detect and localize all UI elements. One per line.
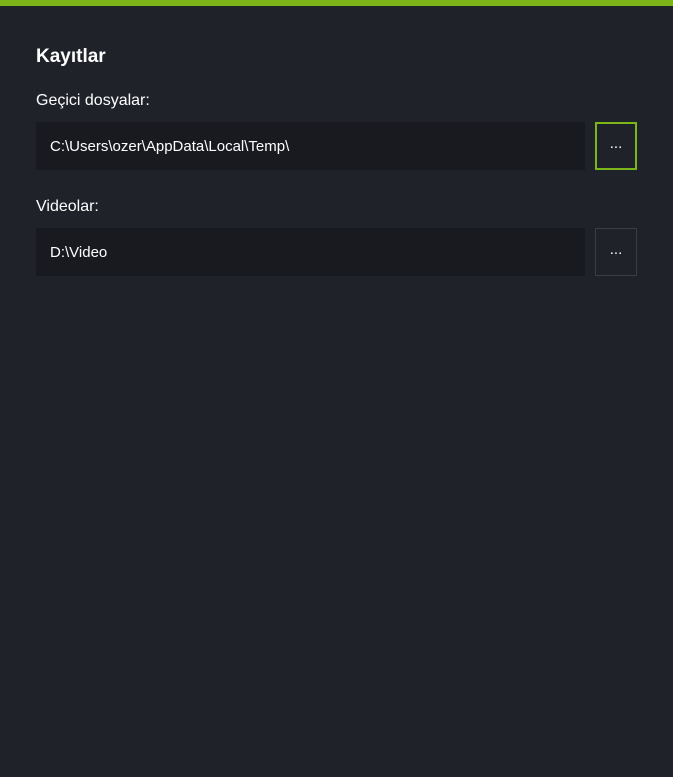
videos-group: Videolar: ... — [36, 198, 637, 276]
videos-browse-button[interactable]: ... — [595, 228, 637, 276]
videos-label: Videolar: — [36, 198, 637, 216]
temp-files-row: ... — [36, 122, 637, 170]
temp-files-input[interactable] — [36, 122, 585, 170]
videos-row: ... — [36, 228, 637, 276]
section-title: Kayıtlar — [36, 46, 637, 68]
temp-files-group: Geçici dosyalar: ... — [36, 92, 637, 170]
ellipsis-icon: ... — [610, 135, 623, 152]
temp-files-label: Geçici dosyalar: — [36, 92, 637, 110]
settings-content: Kayıtlar Geçici dosyalar: ... Videolar: … — [0, 6, 673, 276]
videos-input[interactable] — [36, 228, 585, 276]
temp-files-browse-button[interactable]: ... — [595, 122, 637, 170]
ellipsis-icon: ... — [610, 241, 623, 258]
